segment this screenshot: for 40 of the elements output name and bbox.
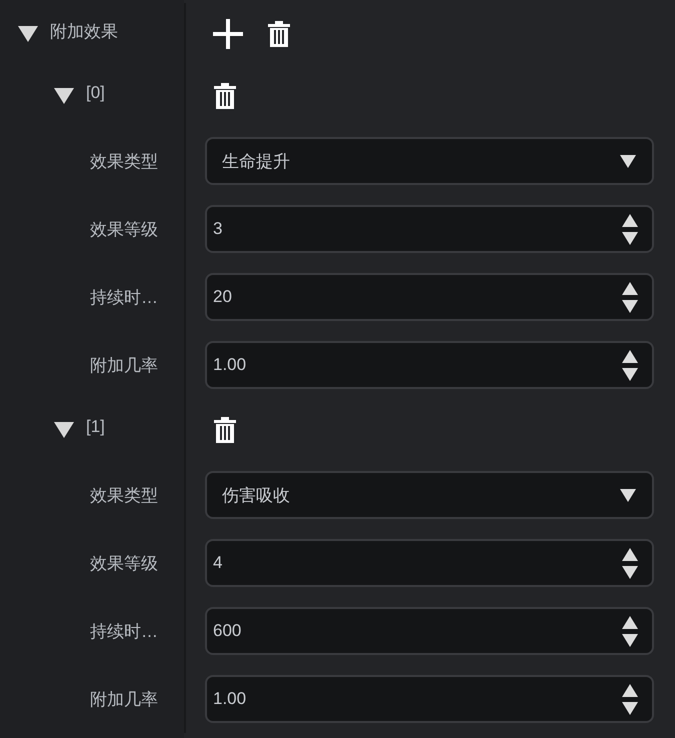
section-label: [1] [86, 417, 105, 437]
field-label: 持续时… [89, 286, 159, 308]
dropdown[interactable]: 伤害吸收 [205, 471, 654, 519]
add-icon[interactable] [213, 19, 243, 49]
caret-icon [620, 488, 636, 502]
trash-icon[interactable] [213, 83, 237, 109]
number-field[interactable]: 4 [205, 539, 654, 587]
decrement-icon[interactable] [622, 232, 638, 244]
decrement-icon[interactable] [622, 300, 638, 312]
number-field[interactable]: 600 [205, 607, 654, 655]
increment-icon[interactable] [622, 214, 638, 226]
field-label: 效果等级 [89, 552, 159, 574]
increment-icon[interactable] [622, 282, 638, 294]
decrement-icon[interactable] [622, 634, 638, 646]
field-label: 附加几率 [89, 688, 159, 710]
trash-icon[interactable] [267, 21, 291, 47]
expand-triangle-icon[interactable] [54, 422, 74, 438]
increment-icon[interactable] [622, 548, 638, 560]
expand-triangle-icon[interactable] [18, 26, 38, 42]
caret-icon [620, 154, 636, 168]
field-label: 效果类型 [89, 150, 159, 172]
number-field[interactable]: 3 [205, 205, 654, 253]
field-label: 附加几率 [89, 354, 159, 376]
increment-icon[interactable] [622, 616, 638, 628]
expand-triangle-icon[interactable] [54, 88, 74, 104]
section-label: 附加效果 [50, 20, 118, 42]
increment-icon[interactable] [622, 684, 638, 696]
decrement-icon[interactable] [622, 702, 638, 714]
trash-icon[interactable] [213, 417, 237, 443]
number-field[interactable]: 1.00 [205, 341, 654, 389]
decrement-icon[interactable] [622, 368, 638, 380]
increment-icon[interactable] [622, 350, 638, 362]
field-label: 效果类型 [89, 484, 159, 506]
section-label: [0] [86, 83, 105, 103]
number-field[interactable]: 1.00 [205, 675, 654, 723]
number-field[interactable]: 20 [205, 273, 654, 321]
dropdown[interactable]: 生命提升 [205, 137, 654, 185]
field-label: 效果等级 [89, 218, 159, 240]
field-label: 持续时… [89, 620, 159, 642]
decrement-icon[interactable] [622, 566, 638, 578]
